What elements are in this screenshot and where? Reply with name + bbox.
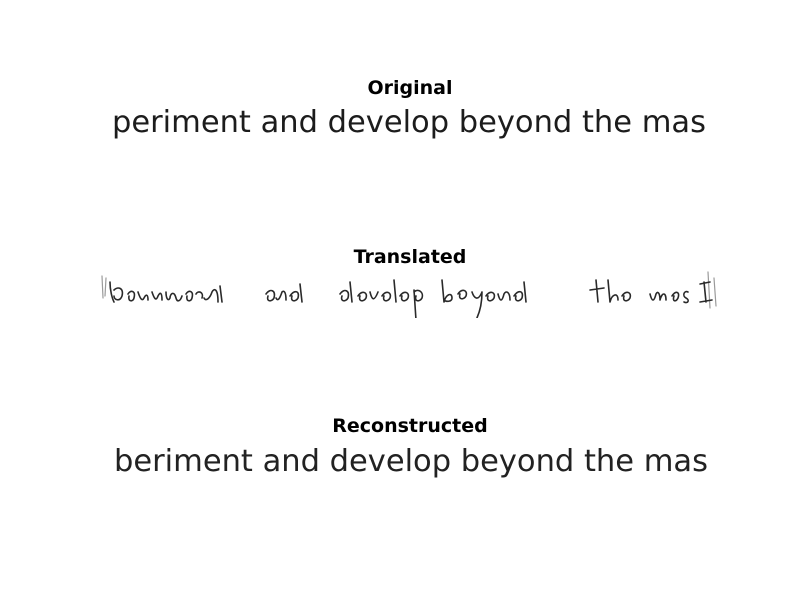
handwriting-drawing (101, 271, 717, 318)
reconstructed-title: Reconstructed (332, 415, 488, 437)
hand-word-2 (265, 283, 303, 303)
hand-word-4 (441, 279, 527, 318)
hand-word-5 (589, 279, 632, 303)
translated-image (100, 268, 720, 318)
translated-title: Translated (353, 246, 467, 268)
hand-word-7 (699, 281, 713, 303)
reconstructed-image: beriment and develop beyond the mas (100, 437, 720, 487)
hand-word-1 (109, 281, 223, 303)
original-text: periment and develop beyond the mas (112, 105, 706, 140)
reconstructed-text: beriment and develop beyond the mas (114, 444, 708, 479)
edge-smudge-right (707, 271, 717, 309)
original-title: Original (367, 77, 453, 99)
original-image: periment and develop beyond the mas (100, 98, 720, 148)
hand-word-3 (339, 279, 424, 318)
edge-smudge-left (101, 275, 107, 299)
hand-word-6 (649, 290, 689, 304)
